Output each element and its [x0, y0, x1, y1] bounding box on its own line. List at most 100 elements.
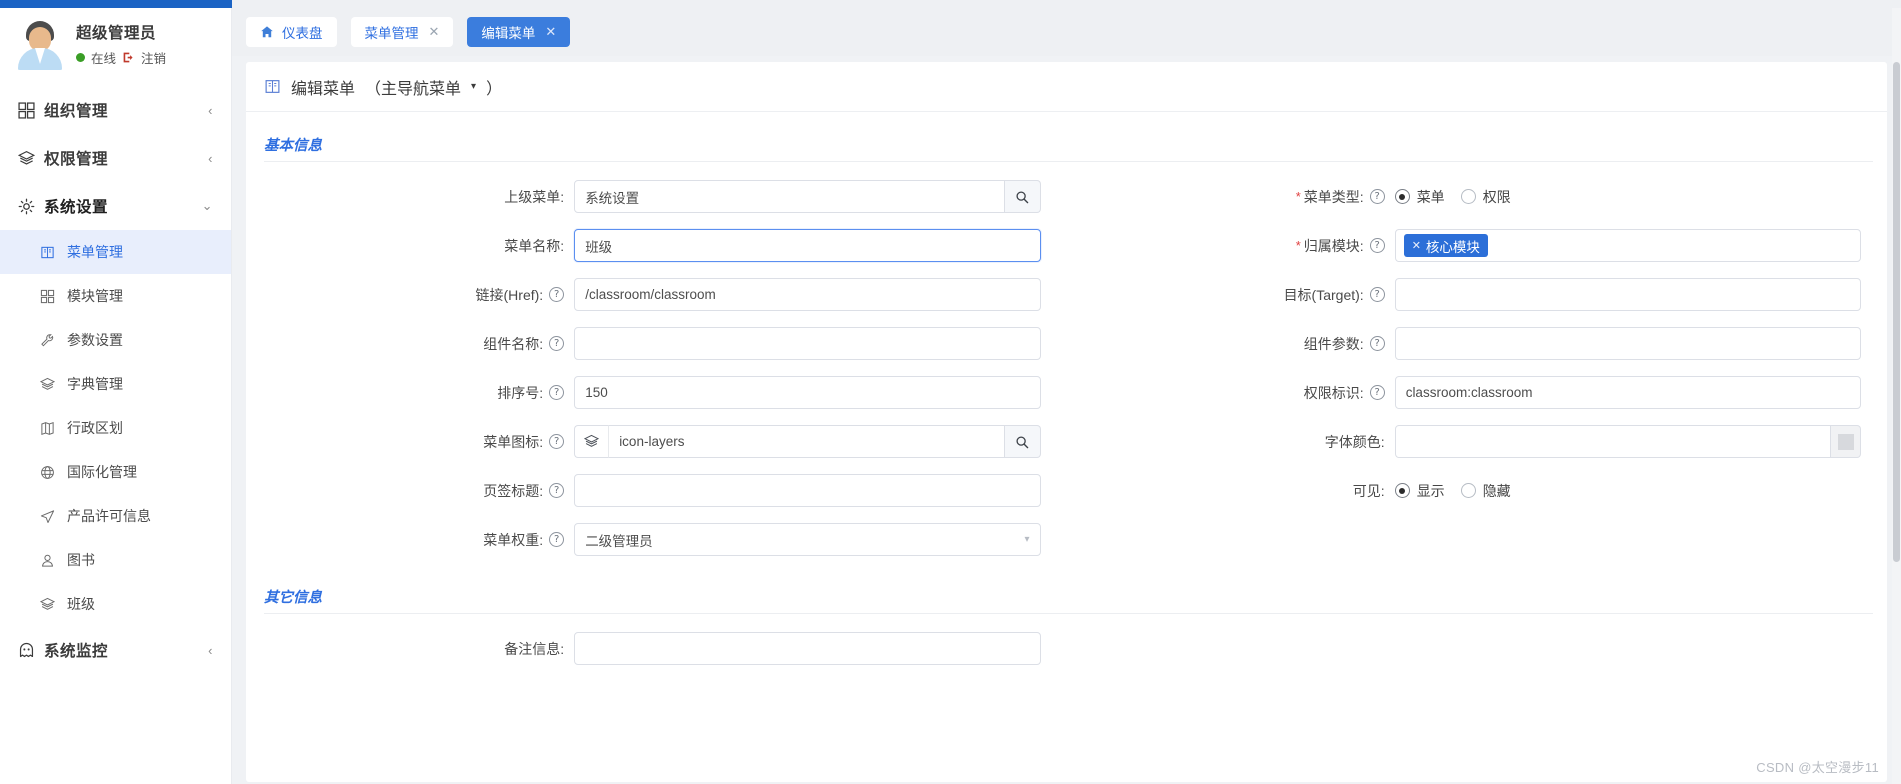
help-icon[interactable]: ? [1369, 385, 1385, 400]
radio-selected-icon [1394, 189, 1410, 204]
sidebar-group-system-settings[interactable]: 系统设置 ⌄ [0, 182, 231, 230]
field-label: 组件参数: ? [1067, 334, 1395, 354]
field-parent-menu: 上级菜单: 系统设置 [246, 172, 1067, 221]
help-icon[interactable]: ? [549, 434, 565, 449]
form-column-left-other: 备注信息: [246, 624, 1067, 673]
menu-type-radio-permission[interactable]: 权限 [1460, 187, 1511, 207]
field-font-color: 字体颜色: [1067, 417, 1888, 466]
menu-type-radio-menu[interactable]: 菜单 [1394, 187, 1445, 207]
radio-label: 菜单 [1416, 188, 1445, 205]
tab-menu-management[interactable]: 菜单管理 ✕ [350, 17, 454, 47]
color-picker-swatch[interactable] [1831, 425, 1861, 458]
online-status-icon [76, 53, 85, 62]
ghost-icon [18, 642, 44, 659]
sidebar-item-i18n-management[interactable]: 国际化管理 [0, 450, 231, 494]
remove-tag-icon[interactable]: ✕ [1412, 239, 1421, 252]
font-color-input[interactable] [1394, 425, 1831, 458]
app-root: 超级管理员 在线 注销 组织管理 ‹ 权限管理 ‹ 系统设置 ⌄ 菜单管理 模块… [0, 0, 1901, 784]
field-menu-name: 菜单名称: 班级 [246, 221, 1067, 270]
help-icon[interactable]: ? [549, 287, 565, 302]
radio-unselected-icon [1460, 189, 1476, 204]
help-icon[interactable]: ? [549, 532, 565, 547]
logout-icon[interactable] [122, 51, 135, 64]
component-name-input[interactable] [574, 327, 1041, 360]
field-label: 菜单图标: ? [246, 432, 574, 452]
close-icon[interactable]: ✕ [429, 24, 440, 40]
menu-weight-select[interactable]: 二级管理员 ▾ [574, 523, 1041, 556]
visibility-radio-show[interactable]: 显示 [1394, 481, 1445, 501]
globe-icon [40, 465, 58, 480]
module-tag[interactable]: ✕ 核心模块 [1403, 234, 1488, 257]
sort-number-input[interactable]: 150 [574, 376, 1041, 409]
grid-icon [18, 101, 44, 119]
search-icon[interactable] [1004, 180, 1041, 213]
book-icon [40, 245, 58, 260]
menu-icon-input[interactable]: icon-layers [608, 425, 1005, 458]
field-menu-icon: 菜单图标: ? icon-layers [246, 417, 1067, 466]
sidebar-group-system-monitor[interactable]: 系统监控 ‹ [0, 626, 231, 674]
help-icon[interactable]: ? [1369, 189, 1385, 204]
help-icon[interactable]: ? [549, 336, 565, 351]
chevron-down-icon: ⌄ [201, 198, 213, 213]
field-component-params: 组件参数: ? [1067, 319, 1888, 368]
sidebar-item-label: 班级 [67, 596, 95, 612]
form-other: 备注信息: [246, 614, 1887, 673]
chevron-left-icon: ‹ [208, 642, 213, 658]
field-label: 链接(Href): ? [246, 285, 574, 305]
page-scrollbar[interactable] [1892, 8, 1901, 784]
sidebar-item-administrative-division[interactable]: 行政区划 [0, 406, 231, 450]
chevron-down-icon[interactable]: ▾ [471, 81, 476, 92]
radio-label: 显示 [1416, 482, 1445, 499]
help-icon[interactable]: ? [549, 483, 565, 498]
sidebar-item-label: 产品许可信息 [67, 508, 151, 524]
avatar [14, 18, 66, 70]
scrollbar-thumb[interactable] [1893, 62, 1900, 562]
sidebar-item-label: 参数设置 [67, 332, 123, 348]
field-label: * 菜单类型: ? [1067, 187, 1395, 207]
online-status-label: 在线 [91, 52, 117, 66]
page-title: 编辑菜单 [291, 80, 356, 98]
href-input[interactable]: /classroom/classroom [574, 278, 1041, 311]
grid-icon [40, 289, 58, 304]
help-icon[interactable]: ? [1369, 287, 1385, 302]
help-icon[interactable]: ? [549, 385, 565, 400]
sidebar-item-parameter-settings[interactable]: 参数设置 [0, 318, 231, 362]
parent-menu-input[interactable]: 系统设置 [574, 180, 1005, 213]
user-profile[interactable]: 超级管理员 在线 注销 [0, 8, 231, 80]
field-label: 菜单权重: ? [246, 530, 574, 550]
help-icon[interactable]: ? [1369, 336, 1385, 351]
layers-icon [40, 377, 58, 392]
tab-title-input[interactable] [574, 474, 1041, 507]
field-menu-type: * 菜单类型: ? 菜单 权限 [1067, 172, 1888, 221]
component-params-input[interactable] [1394, 327, 1861, 360]
visibility-radio-hide[interactable]: 隐藏 [1460, 481, 1511, 501]
target-input[interactable] [1394, 278, 1861, 311]
radio-unselected-icon [1460, 483, 1476, 498]
remark-input[interactable] [574, 632, 1041, 665]
field-label-text: 组件名称: [483, 335, 544, 352]
form-column-right: * 菜单类型: ? 菜单 权限 * 归属模块: ? ✕ 核心模块 目标(Targ… [1067, 172, 1888, 564]
sidebar-item-label: 国际化管理 [67, 464, 137, 480]
field-component-name: 组件名称: ? [246, 319, 1067, 368]
help-icon[interactable]: ? [1369, 238, 1385, 253]
sidebar-item-module-management[interactable]: 模块管理 [0, 274, 231, 318]
sidebar-item-product-license[interactable]: 产品许可信息 [0, 494, 231, 538]
sidebar-item-dictionary-management[interactable]: 字典管理 [0, 362, 231, 406]
logout-label[interactable]: 注销 [141, 48, 166, 67]
tab-bar: 仪表盘 菜单管理 ✕ 编辑菜单 ✕ [232, 8, 1901, 56]
owning-module-multiselect[interactable]: ✕ 核心模块 [1394, 229, 1861, 262]
menu-name-input[interactable]: 班级 [574, 229, 1041, 262]
sidebar-item-menu-management[interactable]: 菜单管理 [0, 230, 231, 274]
permission-key-input[interactable]: classroom:classroom [1394, 376, 1861, 409]
search-icon[interactable] [1004, 425, 1041, 458]
tab-dashboard[interactable]: 仪表盘 [246, 17, 337, 47]
tab-edit-menu[interactable]: 编辑菜单 ✕ [467, 17, 571, 47]
sidebar-group-organization[interactable]: 组织管理 ‹ [0, 86, 231, 134]
sidebar-item-classroom[interactable]: 班级 [0, 582, 231, 626]
field-label: * 归属模块: ? [1067, 236, 1395, 256]
field-permission-key: 权限标识: ? classroom:classroom [1067, 368, 1888, 417]
close-icon[interactable]: ✕ [545, 24, 556, 40]
sidebar-group-permission[interactable]: 权限管理 ‹ [0, 134, 231, 182]
home-icon [260, 25, 274, 39]
sidebar-item-books[interactable]: 图书 [0, 538, 231, 582]
